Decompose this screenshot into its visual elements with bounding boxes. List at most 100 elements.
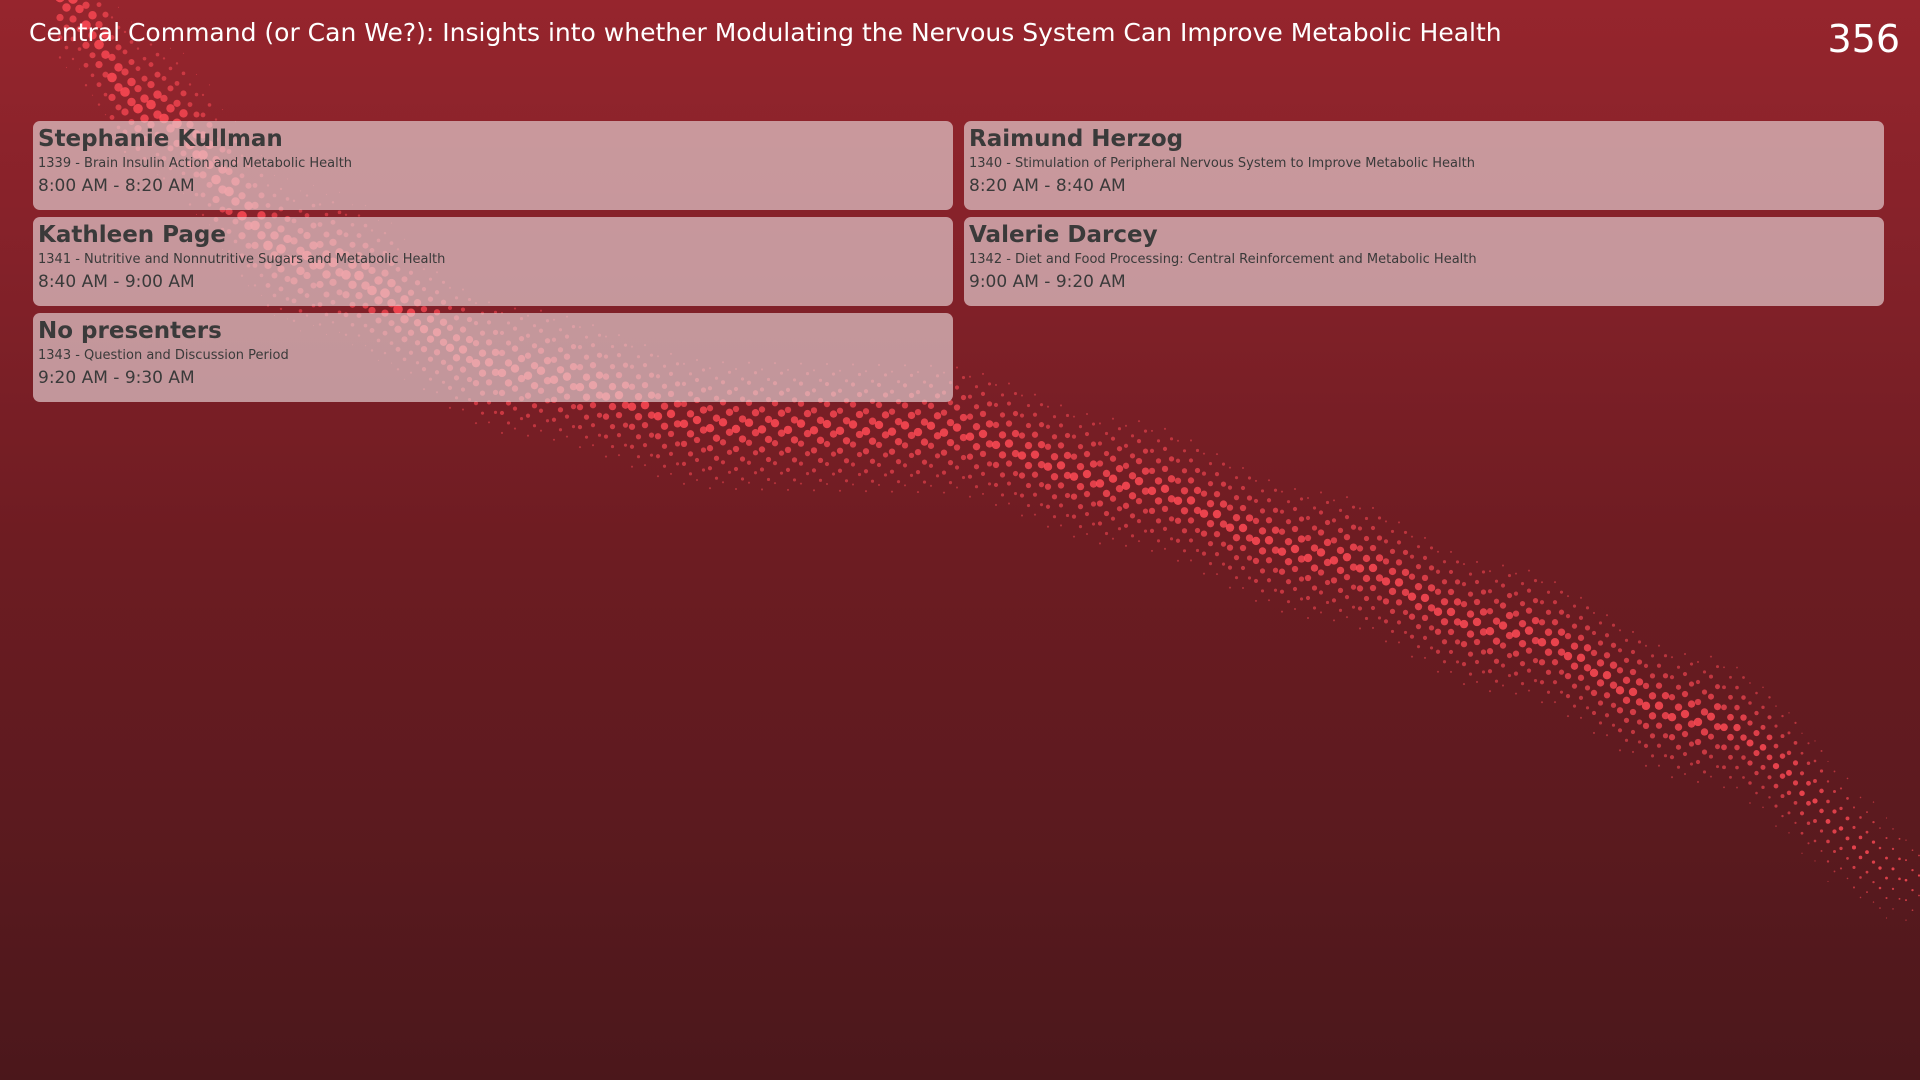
- background-dot: [1727, 713, 1734, 721]
- background-dot: [1416, 645, 1421, 649]
- background-dot: [856, 451, 863, 458]
- background-dot: [708, 487, 712, 490]
- background-dot: [1681, 730, 1689, 738]
- background-dot: [1364, 516, 1369, 521]
- background-dot: [1525, 647, 1533, 654]
- background-dot: [1833, 770, 1836, 773]
- background-dot: [1552, 600, 1558, 605]
- background-dot: [946, 438, 955, 447]
- background-dot: [1786, 790, 1792, 796]
- background-dot: [1518, 619, 1527, 628]
- background-dot: [474, 422, 478, 425]
- background-dot: [811, 468, 817, 473]
- background-dot: [1006, 401, 1012, 406]
- background-dot: [660, 422, 669, 430]
- background-dot: [817, 457, 824, 463]
- background-dot: [1598, 721, 1603, 725]
- background-dot: [1669, 755, 1675, 760]
- background-dot: [1401, 588, 1410, 597]
- background-dot: [1780, 794, 1785, 799]
- background-dot: [1468, 672, 1473, 676]
- background-dot: [179, 109, 188, 118]
- background-dot: [837, 468, 843, 473]
- background-dot: [1618, 749, 1622, 752]
- background-dot: [1069, 472, 1079, 481]
- background-dot: [779, 471, 784, 475]
- background-dot: [955, 486, 959, 489]
- background-dot: [1343, 534, 1351, 541]
- background-dot: [720, 460, 726, 465]
- background-dot: [1032, 492, 1038, 497]
- background-dot: [655, 454, 661, 459]
- background-dot: [1533, 579, 1538, 583]
- background-dot: [1550, 637, 1560, 647]
- background-dot: [797, 440, 805, 447]
- background-dot: [1735, 765, 1739, 770]
- background-dot: [875, 401, 883, 409]
- background-dot: [901, 402, 909, 409]
- background-dot: [1793, 741, 1798, 745]
- background-dot: [1670, 656, 1674, 659]
- background-dot: [1245, 514, 1254, 522]
- background-dot: [1004, 439, 1014, 448]
- background-dot: [1096, 500, 1104, 507]
- background-dot: [596, 412, 603, 418]
- background-dot: [1078, 425, 1083, 429]
- background-dot: [1267, 479, 1271, 482]
- background-dot: [1487, 589, 1493, 594]
- background-dot: [1031, 471, 1039, 478]
- background-dot: [1742, 776, 1745, 779]
- background-dot: [1786, 750, 1792, 756]
- background-dot: [1636, 659, 1643, 665]
- background-dot: [1741, 695, 1746, 700]
- background-dot: [778, 450, 785, 456]
- background-dot: [1539, 680, 1545, 685]
- background-dot: [1879, 907, 1881, 909]
- background-dot: [629, 444, 635, 449]
- background-dot: [1395, 559, 1403, 566]
- background-dot: [1351, 605, 1356, 609]
- background-dot: [1905, 859, 1907, 862]
- background-dot: [1168, 456, 1175, 462]
- background-dot: [1343, 574, 1351, 581]
- background-dot: [1713, 703, 1722, 711]
- background-dot: [1735, 685, 1739, 690]
- background-dot: [1715, 765, 1720, 769]
- background-dot: [1265, 517, 1273, 524]
- background-dot: [1592, 731, 1596, 735]
- background-dot: [1578, 615, 1584, 620]
- background-dot: [994, 503, 998, 506]
- background-dot: [1254, 479, 1258, 482]
- background-dot: [1689, 762, 1694, 766]
- background-dot: [1615, 686, 1625, 695]
- background-dot: [1637, 640, 1642, 644]
- background-dot: [1760, 764, 1766, 770]
- presenter-name: Raimund Herzog: [969, 126, 1184, 152]
- background-dot: [1905, 919, 1907, 921]
- background-dot: [1442, 560, 1447, 564]
- background-dot: [1362, 574, 1371, 583]
- background-dot: [1278, 528, 1286, 535]
- background-dot: [1071, 434, 1077, 439]
- background-dot: [721, 481, 725, 484]
- background-dot: [1337, 587, 1344, 594]
- background-dot: [1622, 696, 1631, 704]
- background-dot: [1057, 442, 1065, 449]
- background-dot: [1331, 598, 1337, 603]
- background-dot: [1303, 553, 1313, 563]
- background-dot: [1481, 570, 1486, 574]
- background-dot: [1773, 783, 1779, 789]
- background-dot: [1727, 733, 1734, 741]
- background-dot: [642, 443, 648, 448]
- background-dot: [1826, 780, 1830, 783]
- background-dot: [718, 418, 728, 427]
- background-dot: [941, 470, 947, 475]
- background-dot: [1721, 704, 1727, 711]
- background-dot: [1117, 427, 1122, 431]
- background-dot: [920, 438, 929, 446]
- background-dot: [1051, 494, 1058, 500]
- background-dot: [1059, 404, 1063, 407]
- background-dot: [1258, 527, 1267, 535]
- background-dot: [993, 402, 999, 408]
- background-dot: [1350, 584, 1357, 590]
